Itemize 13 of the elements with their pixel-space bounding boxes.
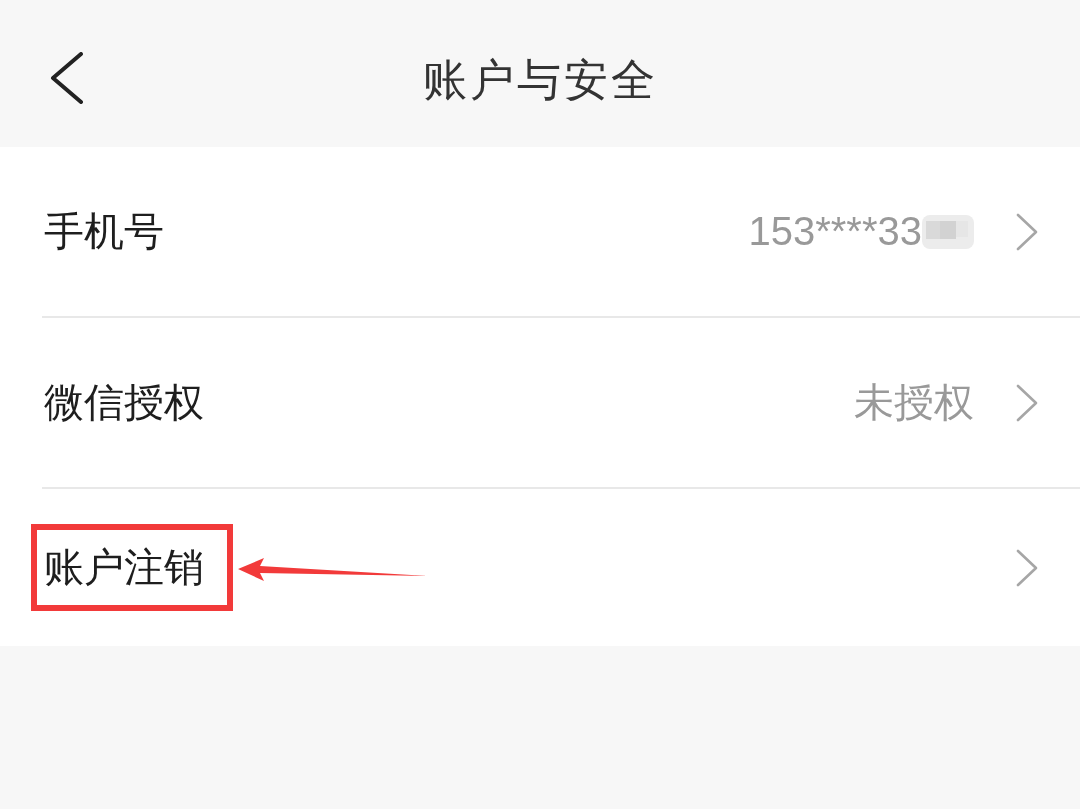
chevron-right-icon [1016,383,1038,422]
row-label: 账户注销 [44,544,204,591]
chevron-right-icon [1016,548,1038,587]
chevron-right-icon [1016,212,1038,251]
settings-row[interactable]: 手机号 153****33 [0,147,1080,316]
row-value: 153****33 [748,209,922,254]
row-label: 手机号 [44,208,164,255]
page-title: 账户与安全 [422,54,658,106]
back-chevron-icon [50,52,84,104]
settings-row[interactable]: 账户注销 [0,489,1080,646]
row-label: 微信授权 [44,379,204,426]
settings-row[interactable]: 微信授权 未授权 [0,318,1080,487]
row-value: 未授权 [854,379,974,426]
